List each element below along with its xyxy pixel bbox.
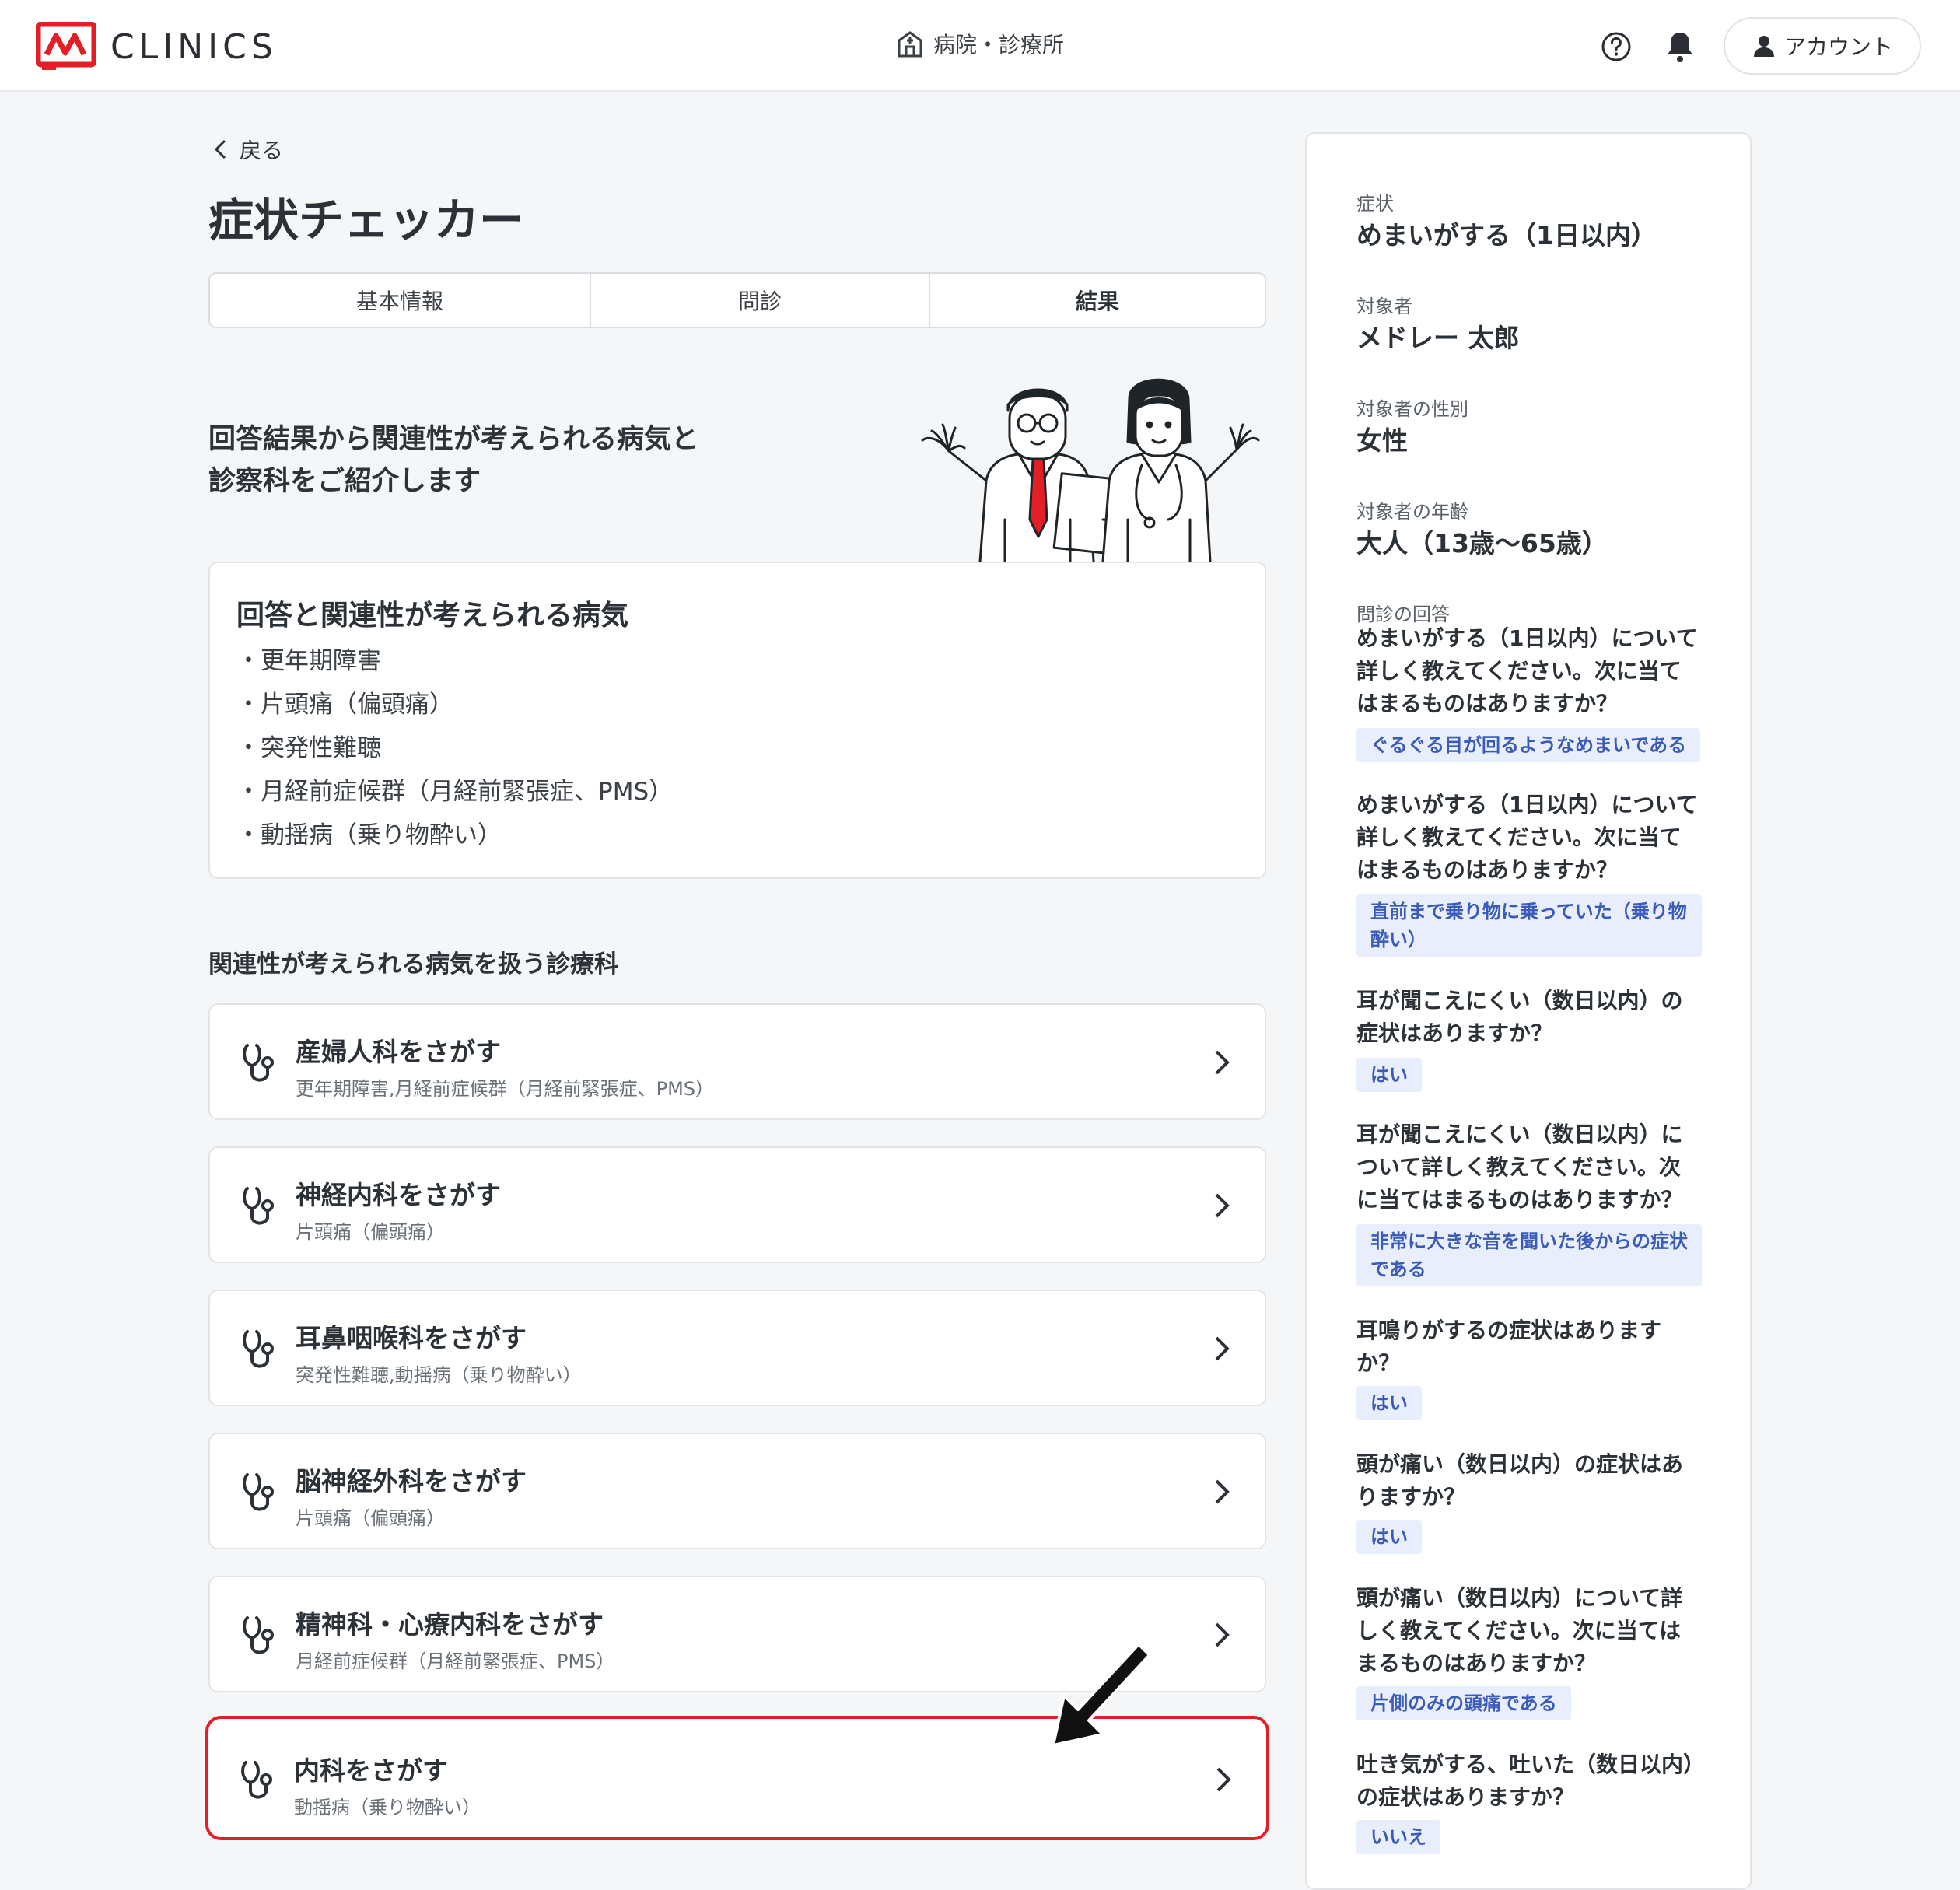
qa-question: 耳が聞こえにくい（数日以内）に ついて詳しく教えてください。次 に当てはまるものはあ… [1356,1122,1683,1213]
bell-icon[interactable] [1664,30,1696,64]
clinics-logo[interactable]: CLINICS [36,22,278,72]
pointer-arrow-icon [1052,1643,1151,1747]
department-diseases: 片頭痛（偏頭痛） [296,1221,445,1243]
qa-question: 頭が痛い（数日以内）について詳 しく教えてください。次に当ては まるものはありますか… [1356,1585,1683,1676]
qa-answer-chip: はい [1356,1386,1422,1420]
page-title: 症状チェッカー [208,194,525,247]
age-label: 対象者の年齢 [1356,501,1468,523]
stethoscope-icon [243,1616,274,1654]
chevron-right-icon [1215,1479,1230,1504]
age-value: 大人（13歳〜65歳） [1356,528,1608,558]
departments-heading: 関連性が考えられる病気を扱う診療科 [208,950,618,978]
department-diseases: 片頭痛（偏頭痛） [296,1507,445,1529]
stethoscope-icon [243,1473,274,1511]
stethoscope-icon [243,1330,274,1368]
department-card-neurosurgery[interactable]: 脳神経外科をさがす 片頭痛（偏頭痛） [208,1433,1266,1549]
tab-result[interactable]: 結果 [930,274,1265,327]
related-diseases-list: ・更年期障害 ・片頭痛（偏頭痛） ・突発性難聴 ・月経前症候群（月経前緊張症、P… [236,639,673,857]
hospital-link-label: 病院・診療所 [933,32,1065,58]
qa-answer-chip: いいえ [1356,1820,1440,1854]
sex-label: 対象者の性別 [1356,398,1468,420]
symptom-value: めまいがする（1日以内） [1356,220,1657,250]
qa-answer-chip: 片側のみの頭痛である [1356,1686,1571,1720]
qa-question: めまいがする（1日以内）について 詳しく教えてください。次に当て はまるものはありま… [1356,792,1698,883]
brand-name: CLINICS [110,26,278,67]
chevron-right-icon [1215,1336,1230,1361]
related-diseases-title: 回答と関連性が考えられる病気 [236,600,629,632]
qa-answer-chip: はい [1356,1520,1422,1554]
subject-label: 対象者 [1356,296,1412,317]
hospital-link[interactable]: 病院・診療所 [894,28,1064,59]
department-card-obgyn[interactable]: 産婦人科をさがす 更年期障害,月経前症候群（月経前緊張症、PMS） [208,1003,1266,1120]
sex-value: 女性 [1356,425,1408,456]
clinics-logo-icon [36,22,96,70]
related-diseases-card: 回答と関連性が考えられる病気 ・更年期障害 ・片頭痛（偏頭痛） ・突発性難聴 ・… [208,562,1266,879]
department-name: 内科をさがす [294,1755,448,1786]
account-button[interactable]: アカウント [1724,17,1921,75]
department-name: 脳神経外科をさがす [296,1466,527,1496]
qa-question: 耳が聞こえにくい（数日以内）の 症状はありますか？ [1356,988,1683,1046]
top-header: CLINICS 病院・診療所 アカウント [0,0,1960,92]
chevron-left-icon [214,139,226,159]
qa-question: めまいがする（1日以内）について 詳しく教えてください。次に当て はまるものはありま… [1356,625,1698,716]
qa-answer-chip: ぐるぐる目が回るようなめまいである [1356,728,1701,762]
answer-summary-panel: 症状 めまいがする（1日以内） 対象者 メドレー 太郎 対象者の性別 女性 対象… [1305,132,1752,1890]
back-link[interactable]: 戻る [212,134,283,165]
disease-item: ・動揺病（乗り物酔い） [236,821,502,849]
subject-value: メドレー 太郎 [1356,323,1520,353]
qa-answer-chip: 直前まで乗り物に乗っていた（乗り物 酔い） [1356,894,1702,957]
qa-answer-chip: はい [1356,1058,1422,1092]
disease-item: ・更年期障害 [236,647,381,675]
hospital-icon [898,31,922,58]
stethoscope-icon [241,1761,272,1799]
qa-question: 頭が痛い（数日以内）の症状はあ りますか？ [1356,1451,1684,1510]
intro-line-1: 回答結果から関連性が考えられる病気と [208,424,699,455]
department-card-neurology[interactable]: 神経内科をさがす 片頭痛（偏頭痛） [208,1146,1266,1263]
disease-item: ・突発性難聴 [236,734,381,762]
department-diseases: 更年期障害,月経前症候群（月経前緊張症、PMS） [296,1078,715,1100]
qa-question: 吐き気がする、吐いた（数日以内） の症状はありますか？ [1356,1752,1706,1810]
chevron-right-icon [1215,1622,1230,1647]
chevron-right-icon [1216,1767,1231,1792]
chevron-right-icon [1215,1050,1230,1075]
step-tabs: 基本情報 問診 結果 [208,272,1266,328]
department-name: 神経内科をさがす [296,1180,501,1210]
department-card-ent[interactable]: 耳鼻咽喉科をさがす 突発性難聴,動揺病（乗り物酔い） [208,1290,1266,1406]
doctors-illustration [921,378,1260,562]
help-icon[interactable] [1601,31,1632,62]
department-diseases: 月経前症候群（月経前緊張症、PMS） [296,1650,615,1672]
department-name: 産婦人科をさがす [296,1037,501,1067]
user-icon [1753,36,1774,57]
symptom-label: 症状 [1356,193,1394,215]
tab-basic-info[interactable]: 基本情報 [210,274,591,327]
stethoscope-icon [243,1187,274,1225]
department-diseases: 突発性難聴,動揺病（乗り物酔い） [296,1364,582,1386]
disease-item: ・月経前症候群（月経前緊張症、PMS） [236,778,674,806]
stethoscope-icon [243,1044,274,1082]
department-name: 精神科・心療内科をさがす [296,1609,604,1640]
disease-item: ・片頭痛（偏頭痛） [236,691,453,719]
intro-line-2: 診察科をご紹介します [208,466,481,497]
back-label: 戻る [240,138,284,163]
result-intro: 回答結果から関連性が考えられる病気と 診察科をご紹介します [208,418,768,502]
account-label: アカウント [1783,34,1893,60]
tab-interview[interactable]: 問診 [591,274,930,327]
department-diseases: 動揺病（乗り物酔い） [294,1797,481,1818]
qa-question: 耳鳴りがするの症状はあります か？ [1356,1318,1662,1376]
qa-answer-chip: 非常に大きな音を聞いた後からの症状 である [1356,1224,1702,1286]
chevron-right-icon [1215,1193,1230,1218]
department-name: 耳鼻咽喉科をさがす [296,1323,527,1353]
